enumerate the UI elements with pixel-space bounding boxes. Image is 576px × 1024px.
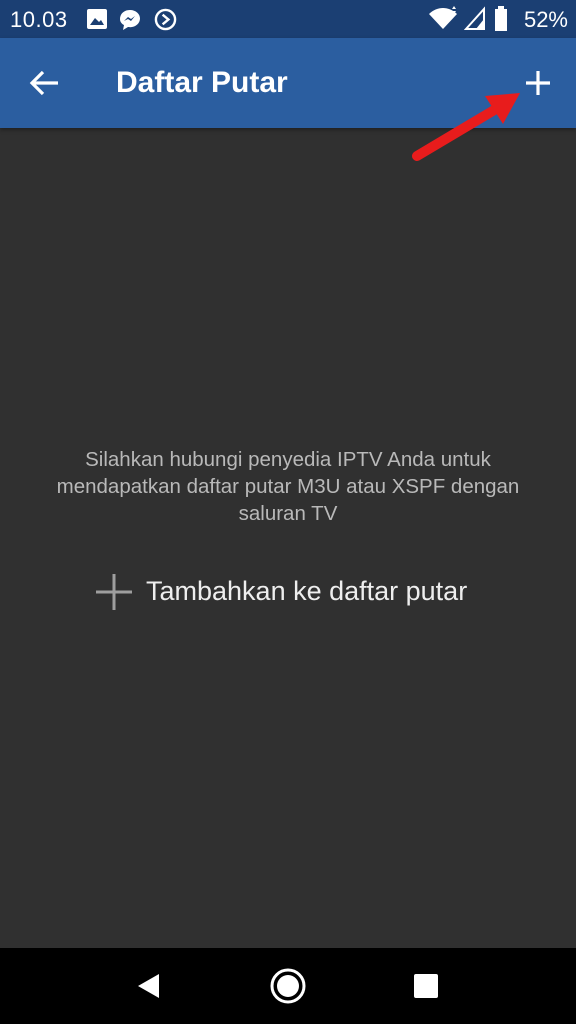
battery-percentage: 52% <box>523 7 568 32</box>
empty-state-message: Silahkan hubungi penyedia IPTV Anda untu… <box>56 448 520 525</box>
status-system-icons: 52% <box>428 6 568 32</box>
nav-home-button[interactable] <box>268 966 308 1006</box>
signal-icon <box>464 6 485 30</box>
status-bar: 10.03 52% <box>0 0 576 38</box>
home-circle-icon <box>270 968 306 1004</box>
arrow-left-icon <box>29 70 58 96</box>
back-button[interactable] <box>22 60 68 106</box>
image-icon <box>87 9 107 29</box>
navigation-bar <box>0 948 576 1024</box>
messenger-icon <box>120 10 140 30</box>
app-bar: Daftar Putar <box>0 38 576 128</box>
play-circle-icon <box>154 8 177 31</box>
status-time: 10.03 <box>10 7 68 32</box>
add-playlist-button[interactable] <box>515 60 561 106</box>
add-to-playlist-button[interactable]: Tambahkan ke daftar putar <box>90 568 510 616</box>
nav-back-button[interactable] <box>129 966 169 1006</box>
back-triangle-icon <box>138 974 159 998</box>
playlist-screen: 10.03 52% Daftar Putar Silahkan hubungi … <box>0 0 576 1024</box>
battery-icon <box>495 6 507 31</box>
add-to-playlist-label: Tambahkan ke daftar putar <box>146 576 468 606</box>
nav-recents-button[interactable] <box>406 966 446 1006</box>
recents-square-icon <box>414 974 438 998</box>
wifi-icon <box>429 6 457 29</box>
plus-icon <box>526 71 550 95</box>
plus-icon <box>96 574 132 610</box>
page-title: Daftar Putar <box>116 66 288 99</box>
